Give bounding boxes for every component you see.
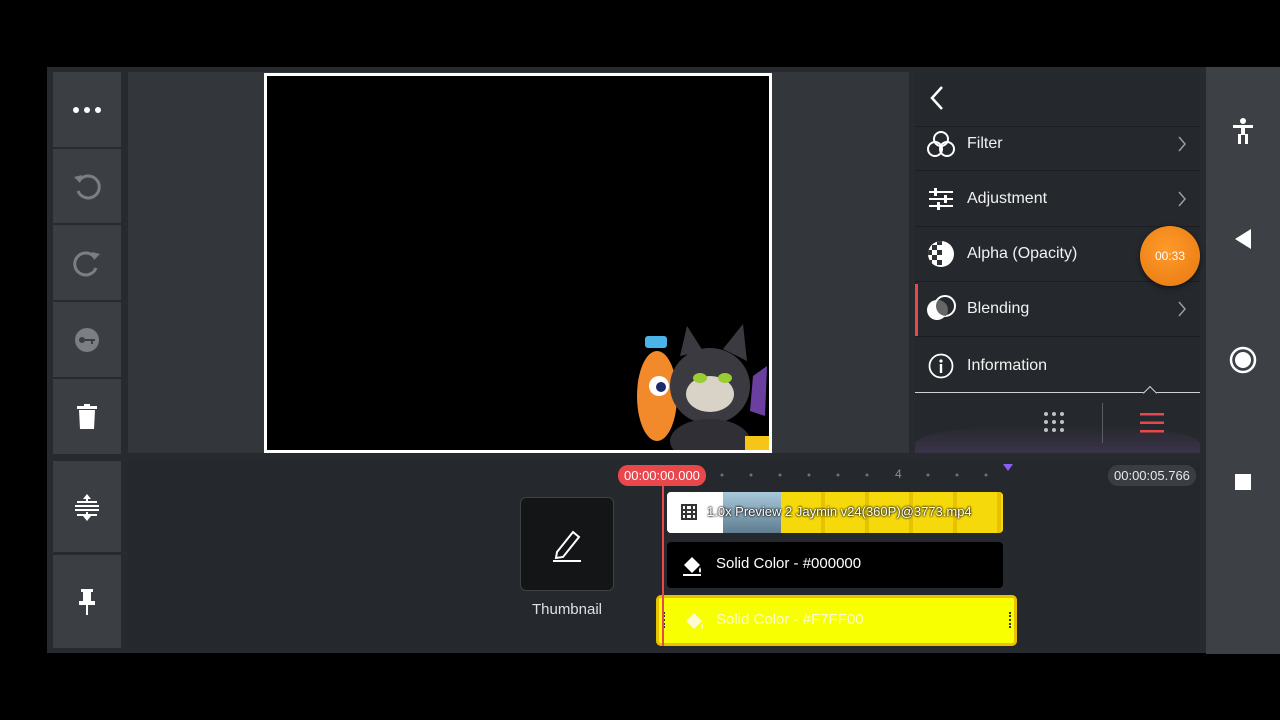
timeline-panel[interactable]: 4 00:00:00.000 00:00:05.766 Thumbnail 1.… <box>128 460 1200 648</box>
paint-bucket-icon <box>683 557 701 576</box>
video-preview-canvas[interactable] <box>264 73 772 453</box>
chevron-right-icon <box>1164 191 1200 207</box>
menu-item-label: Information <box>967 356 1048 374</box>
back-button[interactable] <box>927 84 951 112</box>
track-label: Solid Color - #000000 <box>716 555 862 572</box>
checker-icon <box>915 240 967 268</box>
info-icon <box>915 353 967 379</box>
recording-timer-bubble[interactable]: 00:33 <box>1140 226 1200 286</box>
track-label: 1.0x Preview 2 Jaymin v24(360P)@3773.mp4 <box>707 504 972 519</box>
accessibility-button[interactable] <box>1206 117 1280 145</box>
keyframe-icon <box>75 327 99 352</box>
end-marker-icon <box>1003 464 1013 471</box>
chevron-right-icon <box>1164 301 1200 317</box>
nav-recents-button[interactable] <box>1206 472 1280 492</box>
pin-button[interactable] <box>53 555 121 648</box>
delete-button[interactable] <box>53 379 121 454</box>
keyframe-button[interactable] <box>53 302 121 377</box>
menu-item-label: Adjustment <box>967 190 1048 207</box>
back-triangle-icon <box>1235 229 1251 249</box>
solid-color-track-black[interactable]: Solid Color - #000000 <box>667 542 1003 588</box>
more-icon <box>73 106 101 113</box>
menu-item-information[interactable]: Information <box>915 338 1200 393</box>
trim-handle-right[interactable] <box>1009 612 1012 628</box>
home-circle-icon <box>1229 346 1257 374</box>
blend-icon <box>915 295 967 323</box>
timeline-ruler <box>720 473 988 477</box>
menu-item-blending[interactable]: Blending <box>915 282 1200 337</box>
redo-button[interactable] <box>53 225 121 300</box>
ruler-label: 4 <box>895 467 902 481</box>
system-navigation-bar <box>1206 67 1280 654</box>
menu-item-adjustment[interactable]: Adjustment <box>915 172 1200 227</box>
redo-icon <box>73 250 100 276</box>
film-icon <box>681 504 697 520</box>
expand-collapse-icon <box>75 493 99 521</box>
more-button[interactable] <box>53 72 121 147</box>
end-time-badge: 00:00:05.766 <box>1108 465 1196 486</box>
chevron-right-icon <box>1164 136 1200 152</box>
nav-home-button[interactable] <box>1206 345 1280 375</box>
selection-indicator <box>915 284 918 336</box>
thumbnail-button[interactable] <box>520 497 614 591</box>
thumbnail-label: Thumbnail <box>531 601 603 618</box>
track-label: Solid Color - #F7FF00 <box>716 611 864 628</box>
playhead[interactable] <box>662 486 664 646</box>
solid-color-track-yellow[interactable]: Solid Color - #F7FF00 <box>656 595 1017 646</box>
recents-square-icon <box>1235 474 1251 490</box>
back-arrow-icon <box>930 86 943 110</box>
undo-icon <box>74 174 101 200</box>
current-time-badge: 00:00:00.000 <box>618 465 706 486</box>
menu-item-filter[interactable]: Filter <box>915 117 1200 171</box>
menu-item-label: Alpha (Opacity) <box>967 245 1078 262</box>
menu-item-label: Blending <box>967 300 1030 317</box>
hamburger-icon <box>1140 413 1164 433</box>
trash-icon <box>77 403 97 429</box>
track-expand-button[interactable] <box>53 461 121 552</box>
menu-item-label: Filter <box>967 134 1003 152</box>
toolbar-divider <box>1102 403 1103 443</box>
pin-icon <box>79 588 95 615</box>
accessibility-icon <box>1233 118 1253 144</box>
cartoon-characters-image <box>637 324 769 450</box>
video-clip-track[interactable]: 1.0x Preview 2 Jaymin v24(360P)@3773.mp4 <box>667 492 1003 533</box>
nav-back-button[interactable] <box>1206 225 1280 253</box>
grid-view-button[interactable] <box>1041 409 1067 435</box>
undo-button[interactable] <box>53 149 121 223</box>
sliders-icon <box>915 187 967 211</box>
list-view-button[interactable] <box>1140 412 1164 434</box>
paint-bucket-icon <box>686 613 703 629</box>
grid-icon <box>1044 412 1064 432</box>
pencil-icon <box>553 530 581 562</box>
filter-icon <box>915 130 967 158</box>
